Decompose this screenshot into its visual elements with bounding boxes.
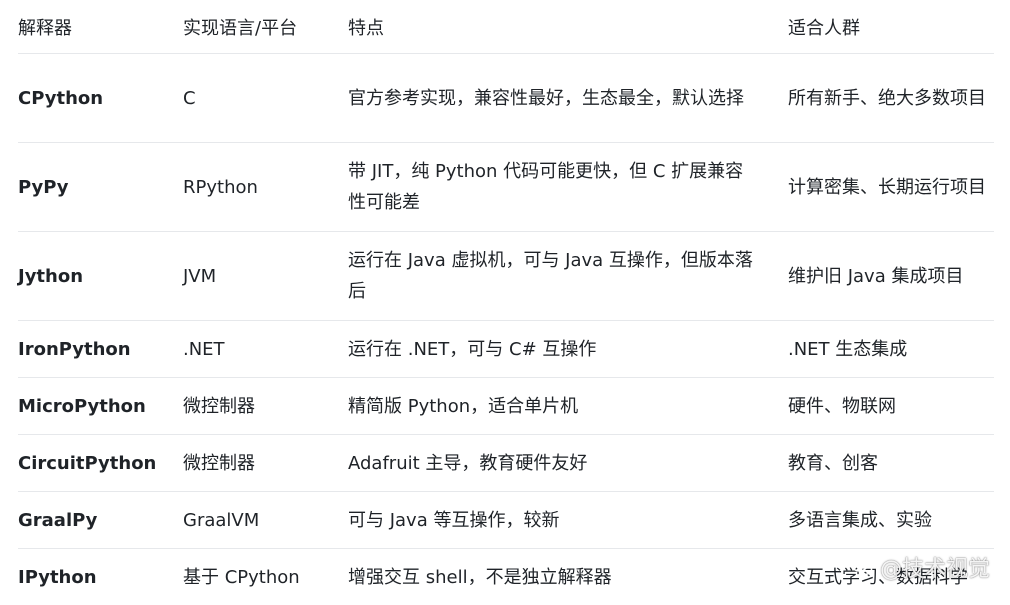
header-platform: 实现语言/平台 bbox=[183, 0, 348, 54]
table-row: IPython 基于 CPython 增强交互 shell，不是独立解释器 交互… bbox=[18, 549, 994, 605]
interpreter-features: 运行在 Java 虚拟机，可与 Java 互操作，但版本落后 bbox=[348, 231, 788, 321]
table-row: GraalPy GraalVM 可与 Java 等互操作，较新 多语言集成、实验 bbox=[18, 491, 994, 549]
interpreter-name: IPython bbox=[18, 566, 97, 588]
table-row: Jython JVM 运行在 Java 虚拟机，可与 Java 互操作，但版本落… bbox=[18, 231, 994, 321]
header-interpreter: 解释器 bbox=[18, 0, 183, 54]
table-row: CPython C 官方参考实现，兼容性最好，生态最全，默认选择 所有新手、绝大… bbox=[18, 53, 994, 143]
interpreter-platform: RPython bbox=[183, 142, 348, 232]
interpreter-table-container: 解释器 实现语言/平台 特点 适合人群 CPython C 官方参考实现，兼容性… bbox=[18, 0, 994, 605]
interpreter-audience: 硬件、物联网 bbox=[788, 377, 994, 435]
interpreter-audience: 多语言集成、实验 bbox=[788, 491, 994, 549]
table-header-row: 解释器 实现语言/平台 特点 适合人群 bbox=[18, 0, 994, 54]
interpreter-platform: 微控制器 bbox=[183, 377, 348, 435]
interpreter-platform: 基于 CPython bbox=[183, 566, 300, 588]
interpreter-name: CPython bbox=[18, 53, 183, 143]
interpreter-audience: 计算密集、长期运行项目 bbox=[788, 142, 994, 232]
interpreter-name: PyPy bbox=[18, 142, 183, 232]
table-row: MicroPython 微控制器 精简版 Python，适合单片机 硬件、物联网 bbox=[18, 377, 994, 435]
interpreter-audience: 维护旧 Java 集成项目 bbox=[788, 231, 994, 321]
interpreter-features: Adafruit 主导，教育硬件友好 bbox=[348, 434, 788, 492]
interpreter-name: CircuitPython bbox=[18, 434, 183, 492]
header-features: 特点 bbox=[348, 0, 788, 54]
interpreter-name: IronPython bbox=[18, 320, 183, 378]
interpreter-audience: .NET 生态集成 bbox=[788, 320, 994, 378]
interpreter-platform: 微控制器 bbox=[183, 434, 348, 492]
interpreter-name: GraalPy bbox=[18, 491, 183, 549]
interpreter-features: 可与 Java 等互操作，较新 bbox=[348, 491, 788, 549]
table-row: CircuitPython 微控制器 Adafruit 主导，教育硬件友好 教育… bbox=[18, 434, 994, 492]
table-row: PyPy RPython 带 JIT，纯 Python 代码可能更快，但 C 扩… bbox=[18, 142, 994, 232]
interpreter-comparison-table: 解释器 实现语言/平台 特点 适合人群 CPython C 官方参考实现，兼容性… bbox=[18, 0, 994, 605]
interpreter-features: 运行在 .NET，可与 C# 互操作 bbox=[348, 320, 788, 378]
interpreter-features: 增强交互 shell，不是独立解释器 bbox=[348, 566, 612, 588]
interpreter-features: 带 JIT，纯 Python 代码可能更快，但 C 扩展兼容性可能差 bbox=[348, 142, 788, 232]
header-audience: 适合人群 bbox=[788, 0, 994, 54]
interpreter-name: Jython bbox=[18, 231, 183, 321]
interpreter-name: MicroPython bbox=[18, 377, 183, 435]
interpreter-audience: 教育、创客 bbox=[788, 434, 994, 492]
interpreter-features: 精简版 Python，适合单片机 bbox=[348, 377, 788, 435]
interpreter-platform: GraalVM bbox=[183, 491, 348, 549]
interpreter-features: 官方参考实现，兼容性最好，生态最全，默认选择 bbox=[348, 53, 788, 143]
interpreter-audience: 所有新手、绝大多数项目 bbox=[788, 53, 994, 143]
interpreter-audience: 交互式学习、数据科学 bbox=[788, 566, 968, 588]
interpreter-platform: C bbox=[183, 53, 348, 143]
interpreter-platform: .NET bbox=[183, 320, 348, 378]
interpreter-platform: JVM bbox=[183, 231, 348, 321]
table-row: IronPython .NET 运行在 .NET，可与 C# 互操作 .NET … bbox=[18, 320, 994, 378]
